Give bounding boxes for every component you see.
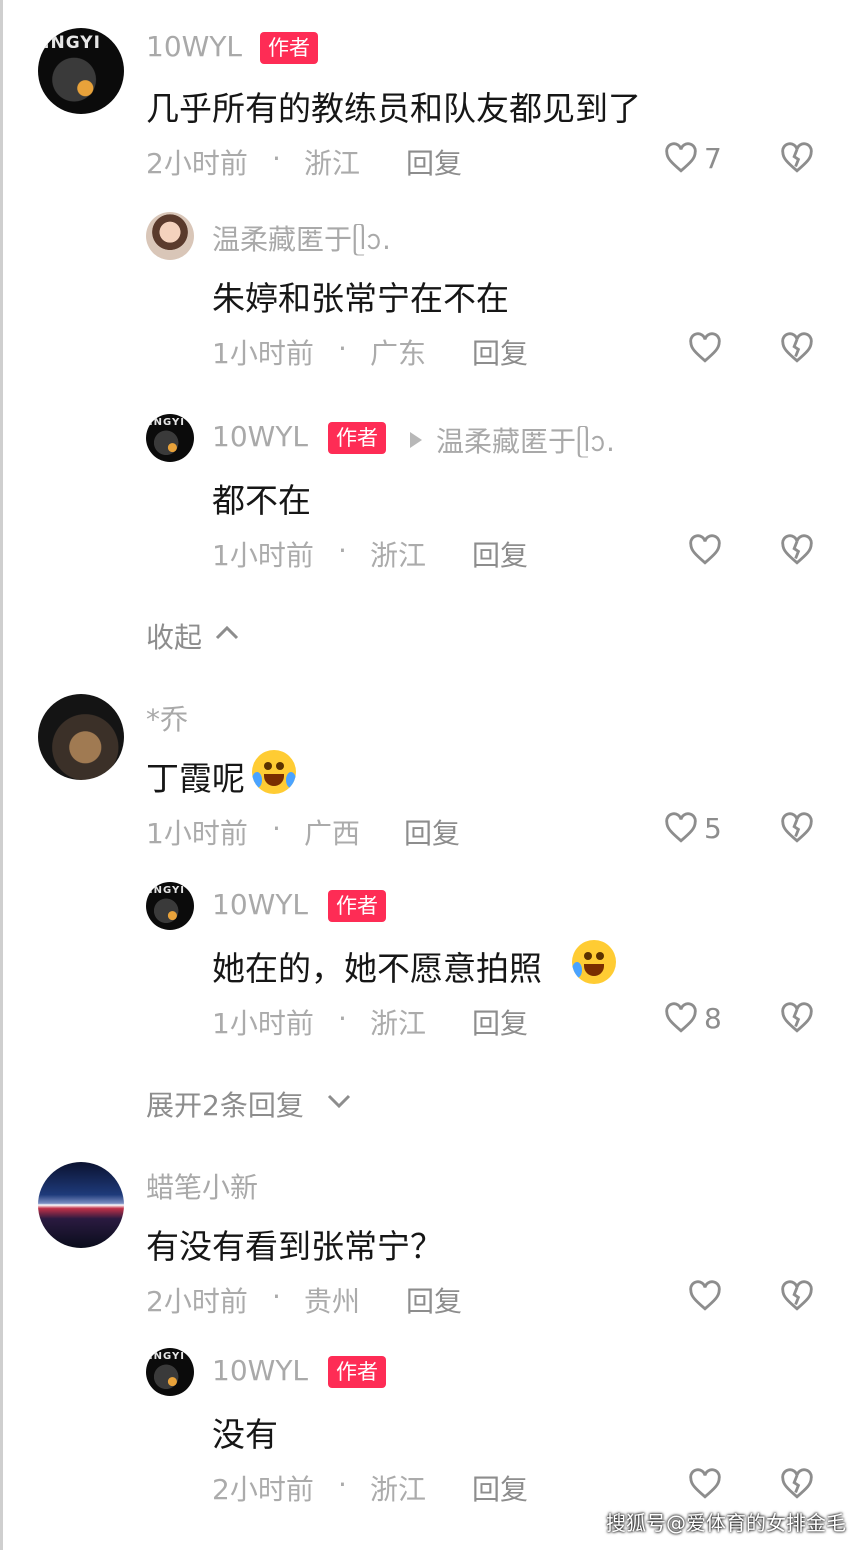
like-count: 8 — [704, 1002, 722, 1035]
expand-replies-button[interactable]: 展开2条回复 — [146, 1084, 304, 1124]
heart-icon[interactable] — [688, 1468, 722, 1500]
avatar[interactable]: INGYI — [146, 414, 194, 462]
avatar[interactable] — [146, 212, 194, 260]
heart-icon[interactable] — [664, 812, 698, 844]
reply-text: 没有 — [212, 1415, 278, 1454]
comment-text: 几乎所有的教练员和队友都见到了 — [146, 89, 641, 128]
username[interactable]: 蜡笔小新 — [146, 1166, 258, 1206]
avatar-text: INGYI — [148, 1350, 185, 1362]
reply-location: 浙江 — [370, 1007, 427, 1040]
comment-location: 浙江 — [304, 147, 361, 180]
dislike-broken-heart-icon[interactable] — [780, 1468, 814, 1500]
username[interactable]: 10WYL — [146, 30, 242, 63]
reply-button[interactable]: 回复 — [406, 1280, 462, 1320]
comment-time: 1小时前 — [146, 817, 248, 850]
avatar[interactable] — [38, 1162, 124, 1248]
avatar-text: INGYI — [148, 416, 185, 428]
chevron-up-icon[interactable] — [214, 624, 240, 642]
reply-text: 都不在 — [212, 481, 311, 520]
watermark: 搜狐号@爱体育的女排金毛 — [606, 1511, 846, 1535]
meta-dot: · — [272, 142, 281, 175]
reply-time: 2小时前 — [212, 1473, 314, 1506]
reply-button[interactable]: 回复 — [472, 1002, 528, 1042]
reply-location: 浙江 — [370, 539, 427, 572]
reply-location: 广东 — [370, 337, 427, 370]
heart-icon[interactable] — [688, 1280, 722, 1312]
username[interactable]: 10WYL — [212, 1354, 308, 1387]
emoji-eye — [584, 952, 592, 960]
reply-time: 1小时前 — [212, 539, 314, 572]
reply-button[interactable]: 回复 — [472, 1468, 528, 1508]
dislike-broken-heart-icon[interactable] — [780, 332, 814, 364]
heart-icon[interactable] — [688, 534, 722, 566]
reply-time: 1小时前 — [212, 337, 314, 370]
expand-label: 展开2条回复 — [146, 1089, 304, 1122]
emoji-eye — [276, 762, 284, 770]
emoji-tear — [572, 962, 582, 978]
avatar-text: INGYI — [43, 33, 101, 54]
avatar[interactable]: INGYI — [146, 1348, 194, 1396]
dislike-broken-heart-icon[interactable] — [780, 1002, 814, 1034]
author-badge: 作者 — [328, 1356, 386, 1388]
heart-icon[interactable] — [688, 332, 722, 364]
reply-button[interactable]: 回复 — [472, 534, 528, 574]
comment-text: 有没有看到张常宁？ — [146, 1227, 443, 1266]
reply-button[interactable]: 回复 — [406, 142, 462, 182]
comment-text: 丁霞呢 — [146, 759, 245, 798]
reply-to-username[interactable]: 温柔藏匿于ᥫᩣ. — [436, 420, 615, 466]
like-count: 5 — [704, 812, 722, 845]
comment-location: 贵州 — [304, 1285, 361, 1318]
reply-text: 朱婷和张常宁在不在 — [212, 279, 509, 318]
emoji-mouth — [584, 964, 604, 976]
heart-icon[interactable] — [664, 1002, 698, 1034]
rolling-laughing-emoji-icon — [572, 940, 616, 984]
avatar[interactable] — [38, 694, 124, 780]
dislike-broken-heart-icon[interactable] — [780, 142, 814, 174]
author-badge: 作者 — [328, 422, 386, 454]
username[interactable]: 温柔藏匿于ᥫᩣ. — [212, 218, 391, 264]
comment-time: 2小时前 — [146, 1285, 248, 1318]
comment-time: 2小时前 — [146, 147, 248, 180]
collapse-label: 收起 — [146, 621, 203, 654]
meta-dot: · — [338, 1002, 347, 1035]
username[interactable]: 10WYL — [212, 888, 308, 921]
emoji-tear — [252, 772, 262, 788]
meta-dot: · — [272, 812, 281, 845]
username[interactable]: *乔 — [146, 698, 188, 738]
avatar-text: INGYI — [148, 884, 185, 896]
crying-laughing-emoji-icon — [252, 750, 296, 794]
emoji-eye — [264, 762, 272, 770]
left-edge-line — [0, 0, 3, 1550]
reply-button[interactable]: 回复 — [404, 812, 460, 852]
avatar[interactable]: INGYI — [38, 28, 124, 114]
dislike-broken-heart-icon[interactable] — [780, 1280, 814, 1312]
like-count: 7 — [704, 142, 722, 175]
reply-to-arrow-icon — [410, 432, 422, 448]
author-badge: 作者 — [328, 890, 386, 922]
meta-dot: · — [338, 534, 347, 567]
dislike-broken-heart-icon[interactable] — [780, 812, 814, 844]
heart-icon[interactable] — [664, 142, 698, 174]
username[interactable]: 10WYL — [212, 420, 308, 453]
meta-dot: · — [338, 332, 347, 365]
comment-location: 广西 — [304, 817, 361, 850]
reply-location: 浙江 — [370, 1473, 427, 1506]
collapse-replies-button[interactable]: 收起 — [146, 616, 202, 656]
meta-dot: · — [338, 1468, 347, 1501]
author-badge: 作者 — [260, 32, 318, 64]
dislike-broken-heart-icon[interactable] — [780, 534, 814, 566]
avatar[interactable]: INGYI — [146, 882, 194, 930]
emoji-mouth — [264, 774, 284, 786]
reply-text: 她在的，她不愿意拍照 — [212, 949, 542, 988]
meta-dot: · — [272, 1280, 281, 1313]
reply-time: 1小时前 — [212, 1007, 314, 1040]
emoji-tear — [286, 772, 296, 788]
reply-button[interactable]: 回复 — [472, 332, 528, 372]
emoji-eye — [596, 952, 604, 960]
chevron-down-icon[interactable] — [326, 1092, 352, 1110]
